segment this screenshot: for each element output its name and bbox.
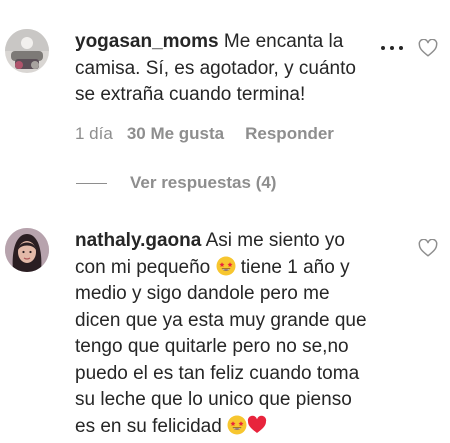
avatar-image [5,29,49,73]
comments-thread: yogasan_moms Me encanta la camisa. Sí, e… [0,0,450,443]
likes-count[interactable]: 30 Me gusta [127,124,224,144]
comment-line: es en su felicidad [75,414,405,441]
username[interactable]: nathaly.gaona [75,230,201,251]
star-struck-emoji [227,415,247,435]
replies-divider [76,182,107,184]
comment-text: tiene 1 año y [240,256,350,278]
comment-body: nathaly.gaona Asi me siento yo con mi pe… [75,228,405,440]
comment-line: nathaly.gaona Asi me siento yo [75,228,405,255]
comment-line: dicen que ya esta muy grande que [75,309,367,331]
heart-outline-icon[interactable] [418,239,438,257]
view-replies-button[interactable]: Ver respuestas (4) [76,173,276,193]
comment-text: Me encanta la [223,31,344,52]
comment-line: medio y sigo dandole pero me [75,283,330,304]
comment-text: es en su felicidad [75,415,222,437]
comment-line: tengo que quitarle pero no se,no [75,336,349,357]
reply-button[interactable]: Responder [245,124,334,144]
comment-text: con mi pequeño [75,256,211,278]
comment-line: su leche que lo unico que pienso [75,389,352,410]
star-struck-emoji [216,256,236,276]
comment-line: puedo el es tan feliz cuando toma [75,362,360,384]
avatar-image [5,228,49,272]
username[interactable]: yogasan_moms [75,31,219,52]
comment-time[interactable]: 1 día [75,124,113,144]
comment-line: camisa. Sí, es agotador, y cuánto [75,57,356,79]
comment-line: con mi pequeño tiene 1 año y [75,255,405,282]
comment-line: yogasan_moms Me encanta la [75,29,380,56]
view-replies-label: Ver respuestas (4) [130,173,277,192]
comment-body: yogasan_moms Me encanta la camisa. Sí, e… [75,29,380,109]
heart-outline-icon[interactable] [418,39,438,57]
red-heart-emoji [247,415,267,435]
avatar[interactable] [5,29,49,73]
avatar[interactable] [5,228,49,272]
more-options-icon[interactable] [381,46,403,50]
comment-text: Asi me siento yo [205,230,345,251]
comment-line: se extraña cuando termina! [75,84,306,105]
comment-meta: 1 día 30 Me gusta Responder [75,124,334,144]
